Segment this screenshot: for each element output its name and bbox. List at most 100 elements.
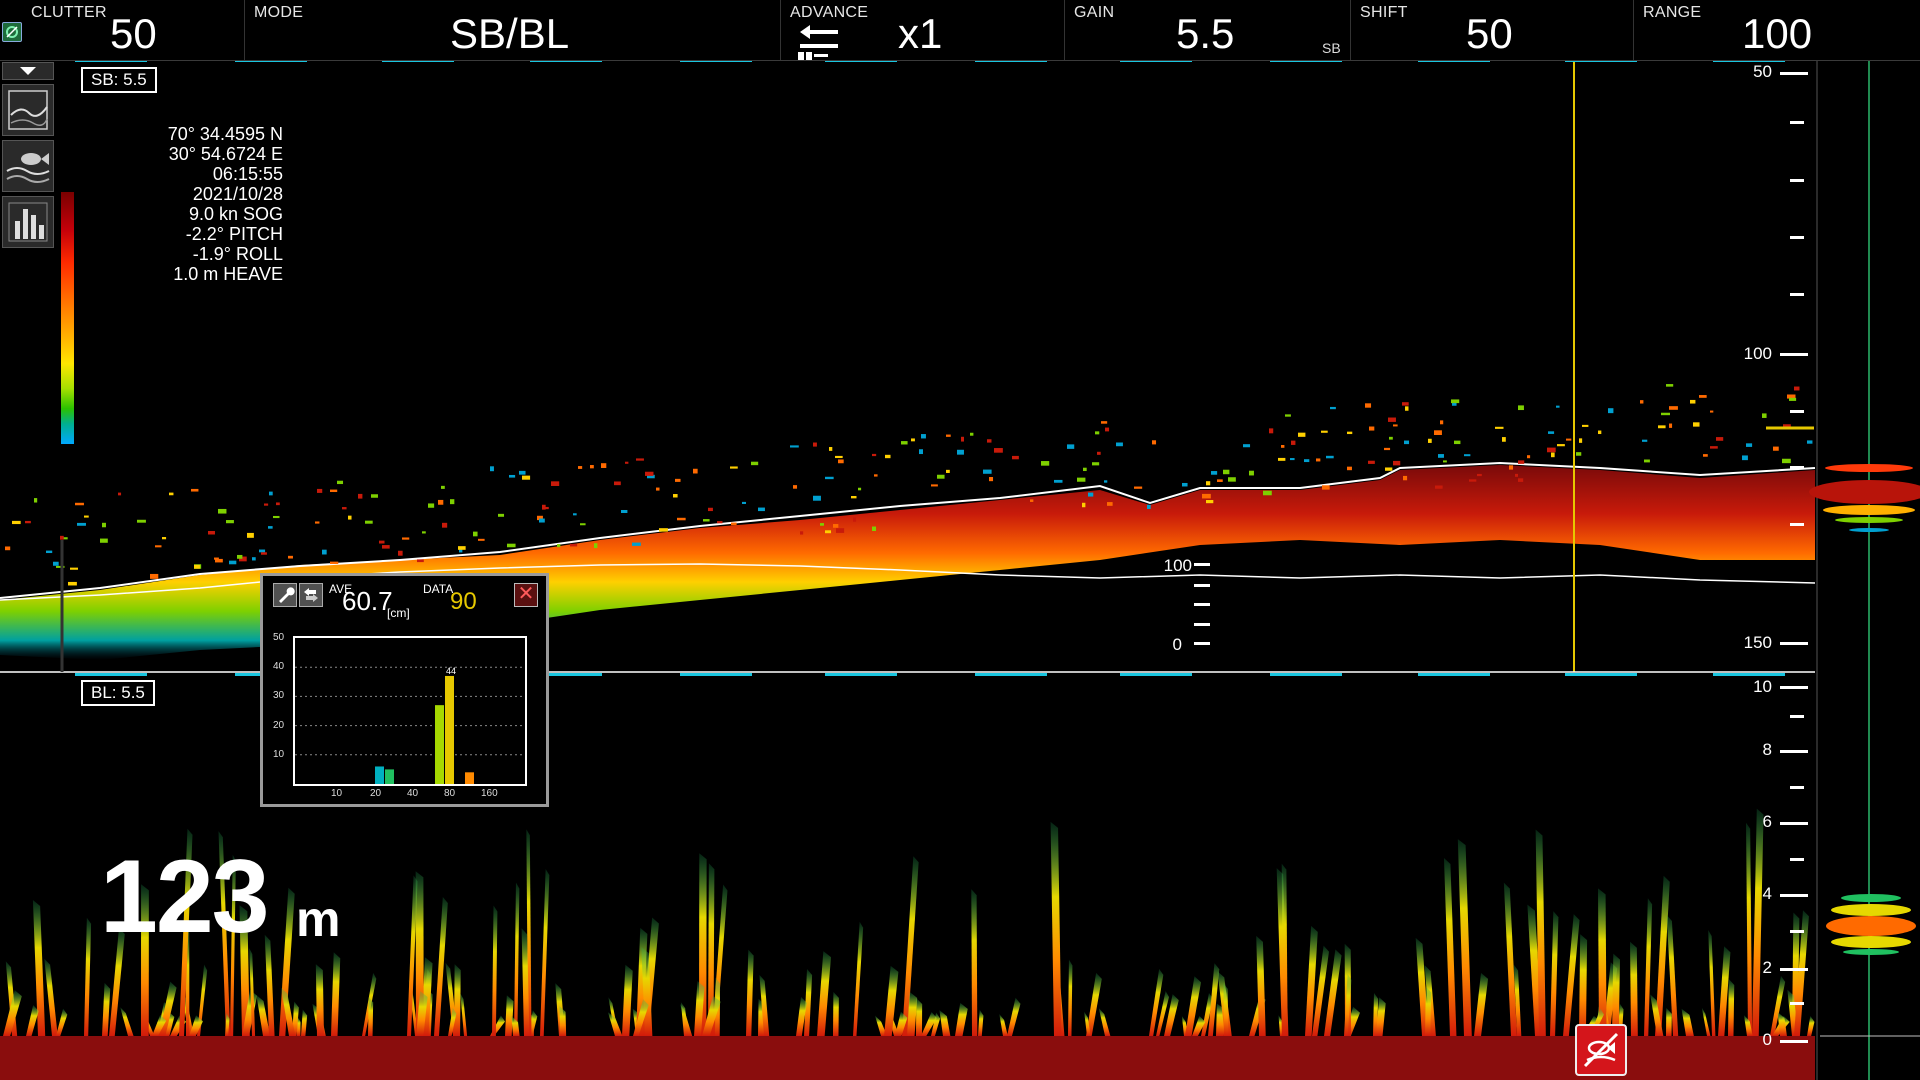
advance-label: ADVANCE <box>790 4 869 21</box>
mode-section[interactable]: MODE SB/BL <box>244 0 781 60</box>
fish-echo-dot <box>118 492 122 496</box>
fish-echo-dot <box>580 523 586 526</box>
swap-button[interactable] <box>299 583 323 607</box>
histogram-view-button[interactable] <box>2 196 54 248</box>
fish-echo-dot <box>573 513 577 516</box>
interval-mark <box>1418 673 1490 676</box>
fish-echo-dot <box>442 522 448 528</box>
fish-echo-dot <box>1438 454 1444 458</box>
fish-size-popup[interactable]: AVE 60.7 [cm] DATA 90 ✕ 44 50 40 30 20 10 10… <box>260 573 549 807</box>
echo-trace <box>44 958 58 1036</box>
gain-value[interactable]: 5.5 <box>1176 10 1234 58</box>
bl-scale-6: 6 <box>1762 812 1772 831</box>
clutter-value[interactable]: 50 <box>110 10 157 58</box>
echo-trace <box>460 993 468 1036</box>
fish-echo-dot <box>742 501 747 504</box>
fish-echo-dot <box>1464 454 1471 457</box>
fish-echo-dot <box>946 469 950 473</box>
histogram-plot: 44 <box>293 636 527 786</box>
fish-echo-dot <box>872 453 877 457</box>
fish-echo-dot <box>1298 432 1306 437</box>
close-button[interactable]: ✕ <box>514 583 538 607</box>
fish-echo-dot <box>551 481 560 486</box>
fish-echo-dot <box>1105 427 1110 432</box>
echo-trace <box>1681 1008 1694 1036</box>
status-icon[interactable] <box>2 22 22 42</box>
histogram-xtick: 20 <box>370 788 382 799</box>
shift-value[interactable]: 50 <box>1466 10 1513 58</box>
fish-echo-dot <box>1428 438 1432 443</box>
fish-echo-dot <box>1661 412 1670 416</box>
fish-echo-dot <box>1393 424 1398 427</box>
fish-echo-dot <box>1404 440 1410 445</box>
fish-echo-dot <box>1547 447 1556 453</box>
fish-echo-dot <box>1278 457 1286 461</box>
echo-trace <box>817 951 831 1036</box>
settings-button[interactable] <box>273 583 297 607</box>
fish-echo-dot <box>46 550 53 554</box>
range-value[interactable]: 100 <box>1742 10 1812 58</box>
fish-echo-dot <box>1243 444 1251 448</box>
echogram-view-button[interactable] <box>2 84 54 136</box>
depth-readout: 123 <box>100 839 270 955</box>
fish-echo-dot <box>441 485 445 489</box>
interval-mark <box>825 673 897 676</box>
clutter-section[interactable]: CLUTTER 50 <box>0 0 245 60</box>
histogram-ytick: 50 <box>273 632 285 643</box>
fish-echo-dot <box>1134 486 1143 489</box>
fish-echo-dot <box>1527 455 1531 459</box>
fish-echo-dot <box>315 521 320 524</box>
fish-echo-dot <box>1716 437 1724 441</box>
advance-value[interactable]: x1 <box>898 10 942 58</box>
gain-section[interactable]: GAIN 5.5 SB <box>1064 0 1351 60</box>
echo-trace <box>315 964 324 1036</box>
fish-echo-dot <box>675 478 681 482</box>
data-label: DATA <box>423 582 454 596</box>
fish-echo-dot <box>150 573 159 579</box>
fish-echo-dot <box>1092 462 1100 466</box>
mode-value[interactable]: SB/BL <box>450 10 569 58</box>
fish-echo-dot <box>264 503 269 506</box>
shift-section[interactable]: SHIFT 50 <box>1350 0 1634 60</box>
fish-echo-dot <box>509 474 516 478</box>
fish-echo-dot <box>208 530 215 535</box>
fish-echo-dot <box>853 517 857 522</box>
fish-echo-dot <box>1082 502 1086 508</box>
heave: 1.0 m HEAVE <box>173 264 283 284</box>
data-value: 90 <box>450 588 477 615</box>
advance-section[interactable]: ADVANCE x1 <box>780 0 1065 60</box>
echogram-icon <box>8 90 48 130</box>
fish-echo-dot <box>365 520 373 524</box>
menu-button[interactable] <box>2 62 54 80</box>
fish-echo-dot <box>1369 426 1375 431</box>
fish-echo-dot <box>473 531 478 537</box>
fish-alarm-button[interactable] <box>1575 1024 1627 1076</box>
fish-echo-dot <box>191 488 199 492</box>
fish-echo-dot <box>1451 399 1460 404</box>
range-section[interactable]: RANGE 100 <box>1633 0 1920 60</box>
histogram-bar-55 <box>445 675 454 784</box>
interval-mark <box>1270 673 1342 676</box>
longitude: 30° 54.6724 E <box>168 144 283 164</box>
echo-trace <box>1746 822 1753 1036</box>
fish-echo-dot <box>507 543 516 548</box>
echogram-display[interactable] <box>0 0 1920 1080</box>
echo-trace <box>1807 1015 1815 1036</box>
histogram-xtick: 40 <box>407 788 419 799</box>
echo-trace <box>955 1002 968 1036</box>
close-icon: ✕ <box>517 583 535 605</box>
fish-icon <box>6 153 50 183</box>
echo-trace <box>505 995 514 1036</box>
fish-echo-dot <box>169 492 174 496</box>
fish-echo-dot <box>458 546 466 550</box>
fish-echo-dot <box>885 454 891 459</box>
fish-echo-dot <box>1469 479 1477 482</box>
fish-echo-dot <box>102 522 106 528</box>
fish-echo-dot <box>1640 400 1644 404</box>
echo-trace <box>1223 982 1229 1036</box>
histogram-bar-20 <box>375 766 384 784</box>
fish-echo-dot <box>1548 431 1555 434</box>
fish-echo-dot <box>1454 440 1461 445</box>
fish-view-button[interactable] <box>2 140 54 192</box>
histogram-xtick: 160 <box>481 788 498 799</box>
